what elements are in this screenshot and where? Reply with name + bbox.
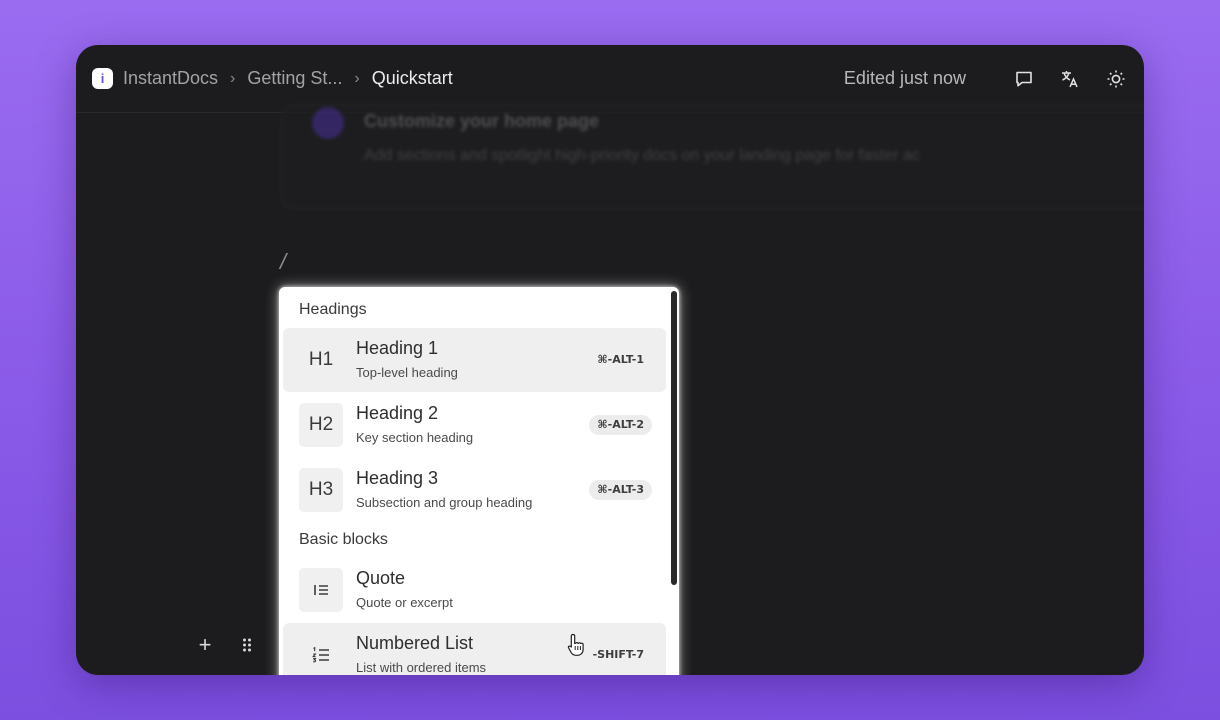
add-block-icon[interactable]: + bbox=[194, 632, 216, 657]
section-label-headings: Headings bbox=[299, 301, 367, 318]
top-bar-actions: Edited just now bbox=[844, 67, 1128, 91]
translate-icon[interactable] bbox=[1058, 67, 1082, 91]
background-card: Customize your home page Add sections an… bbox=[281, 104, 1144, 209]
item-title: Heading 2 bbox=[356, 403, 439, 423]
heading-1-icon: H1 bbox=[308, 349, 334, 370]
edited-status: Edited just now bbox=[843, 68, 966, 88]
card-description: Add sections and spotlight high-priority… bbox=[364, 147, 920, 164]
editor-content: Customize your home page Add sections an… bbox=[76, 104, 1144, 675]
chevron-right-icon: › bbox=[230, 69, 236, 87]
card-title: Customize your home page bbox=[364, 111, 600, 131]
breadcrumb-item-root[interactable]: InstantDocs bbox=[123, 68, 218, 89]
app-logo-mark: i bbox=[100, 71, 105, 86]
hand-pointer-icon bbox=[567, 633, 584, 656]
item-subtitle: Key section heading bbox=[356, 430, 474, 445]
shortcut-badge: -SHIFT-7 bbox=[592, 648, 644, 661]
menu-item-numbered-list[interactable]: Numbered List List with ordered items -S… bbox=[283, 623, 666, 675]
shortcut-badge: ⌘-ALT-3 bbox=[589, 480, 652, 500]
menu-item-heading-3[interactable]: H3 Heading 3 Subsection and group headin… bbox=[283, 458, 666, 522]
app-logo[interactable]: i bbox=[92, 68, 113, 89]
breadcrumb-item-parent[interactable]: Getting St... bbox=[247, 68, 342, 89]
heading-3-icon: H3 bbox=[299, 468, 343, 512]
card-icon bbox=[312, 107, 344, 139]
menu-item-quote[interactable]: Quote Quote or excerpt bbox=[283, 558, 666, 622]
shortcut-badge: ⌘-ALT-1 bbox=[597, 353, 644, 366]
slash-command-input[interactable]: / bbox=[280, 249, 286, 275]
block-controls: + bbox=[194, 632, 278, 657]
numbered-list-icon bbox=[299, 633, 343, 675]
item-title: Quote bbox=[356, 568, 406, 588]
menu-scrollbar[interactable] bbox=[671, 291, 677, 585]
quote-icon bbox=[299, 568, 343, 612]
drag-handle-icon[interactable] bbox=[236, 634, 258, 656]
heading-2-icon: H2 bbox=[299, 403, 343, 447]
section-label-basic-blocks: Basic blocks bbox=[299, 531, 388, 548]
item-subtitle: List with ordered items bbox=[356, 660, 487, 675]
item-subtitle: Subsection and group heading bbox=[356, 495, 533, 510]
menu-item-heading-1[interactable]: H1 Heading 1 Top-level heading ⌘-ALT-1 bbox=[283, 328, 666, 392]
top-bar: i InstantDocs › Getting St... › Quicksta… bbox=[76, 45, 1144, 113]
breadcrumb-item-current[interactable]: Quickstart bbox=[372, 68, 453, 89]
shortcut-badge: ⌘-ALT-2 bbox=[589, 415, 652, 435]
comment-icon[interactable] bbox=[1012, 67, 1036, 91]
item-title: Heading 3 bbox=[356, 468, 439, 488]
item-subtitle: Quote or excerpt bbox=[356, 595, 453, 610]
menu-item-heading-2[interactable]: H2 Heading 2 Key section heading ⌘-ALT-2 bbox=[283, 393, 666, 457]
item-subtitle: Top-level heading bbox=[356, 365, 458, 380]
app-window: i InstantDocs › Getting St... › Quicksta… bbox=[76, 45, 1144, 675]
item-title: Numbered List bbox=[356, 633, 474, 653]
item-title: Heading 1 bbox=[356, 338, 439, 358]
slash-command-menu: Headings H1 Heading 1 Top-level heading … bbox=[279, 287, 679, 675]
chevron-right-icon: › bbox=[354, 69, 360, 87]
sun-icon[interactable] bbox=[1104, 67, 1128, 91]
